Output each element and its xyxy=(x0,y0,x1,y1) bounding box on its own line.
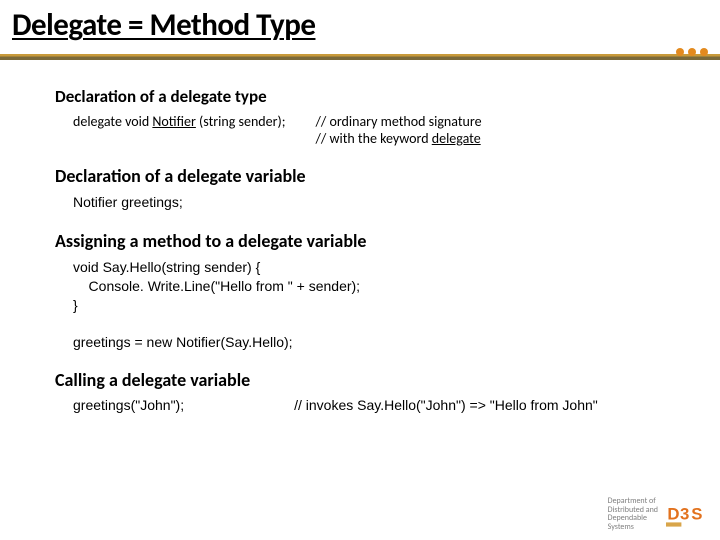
slide-title: Delegate = Method Type xyxy=(12,6,708,44)
decorative-dots xyxy=(676,48,708,56)
comment-declare-type: // ordinary method signature // with the… xyxy=(316,113,482,147)
section-heading-3: Assigning a method to a delegate variabl… xyxy=(55,230,665,252)
comment-call: // invokes Say.Hello("John") => "Hello f… xyxy=(294,397,598,413)
svg-text:D: D xyxy=(667,505,679,524)
svg-text:3: 3 xyxy=(680,505,689,524)
dept-label: Department of Distributed and Dependable… xyxy=(608,497,658,532)
svg-text:S: S xyxy=(691,505,702,524)
section-heading-4: Calling a delegate variable xyxy=(55,369,665,391)
section-heading-1: Declaration of a delegate type xyxy=(55,86,665,107)
section-heading-2: Declaration of a delegate variable xyxy=(55,165,665,187)
code-assign-new: greetings = new Notifier(Say.Hello); xyxy=(73,333,665,352)
code-assign-method: void Say.Hello(string sender) { Console.… xyxy=(73,258,665,315)
footer: Department of Distributed and Dependable… xyxy=(608,497,708,532)
code-declare-type: delegate void Notifier (string sender); xyxy=(73,113,286,130)
divider-bar xyxy=(0,54,720,60)
code-call: greetings("John"); xyxy=(73,397,184,413)
d3s-logo-icon: D 3 S xyxy=(666,500,708,528)
code-declare-var: Notifier greetings; xyxy=(73,193,665,212)
